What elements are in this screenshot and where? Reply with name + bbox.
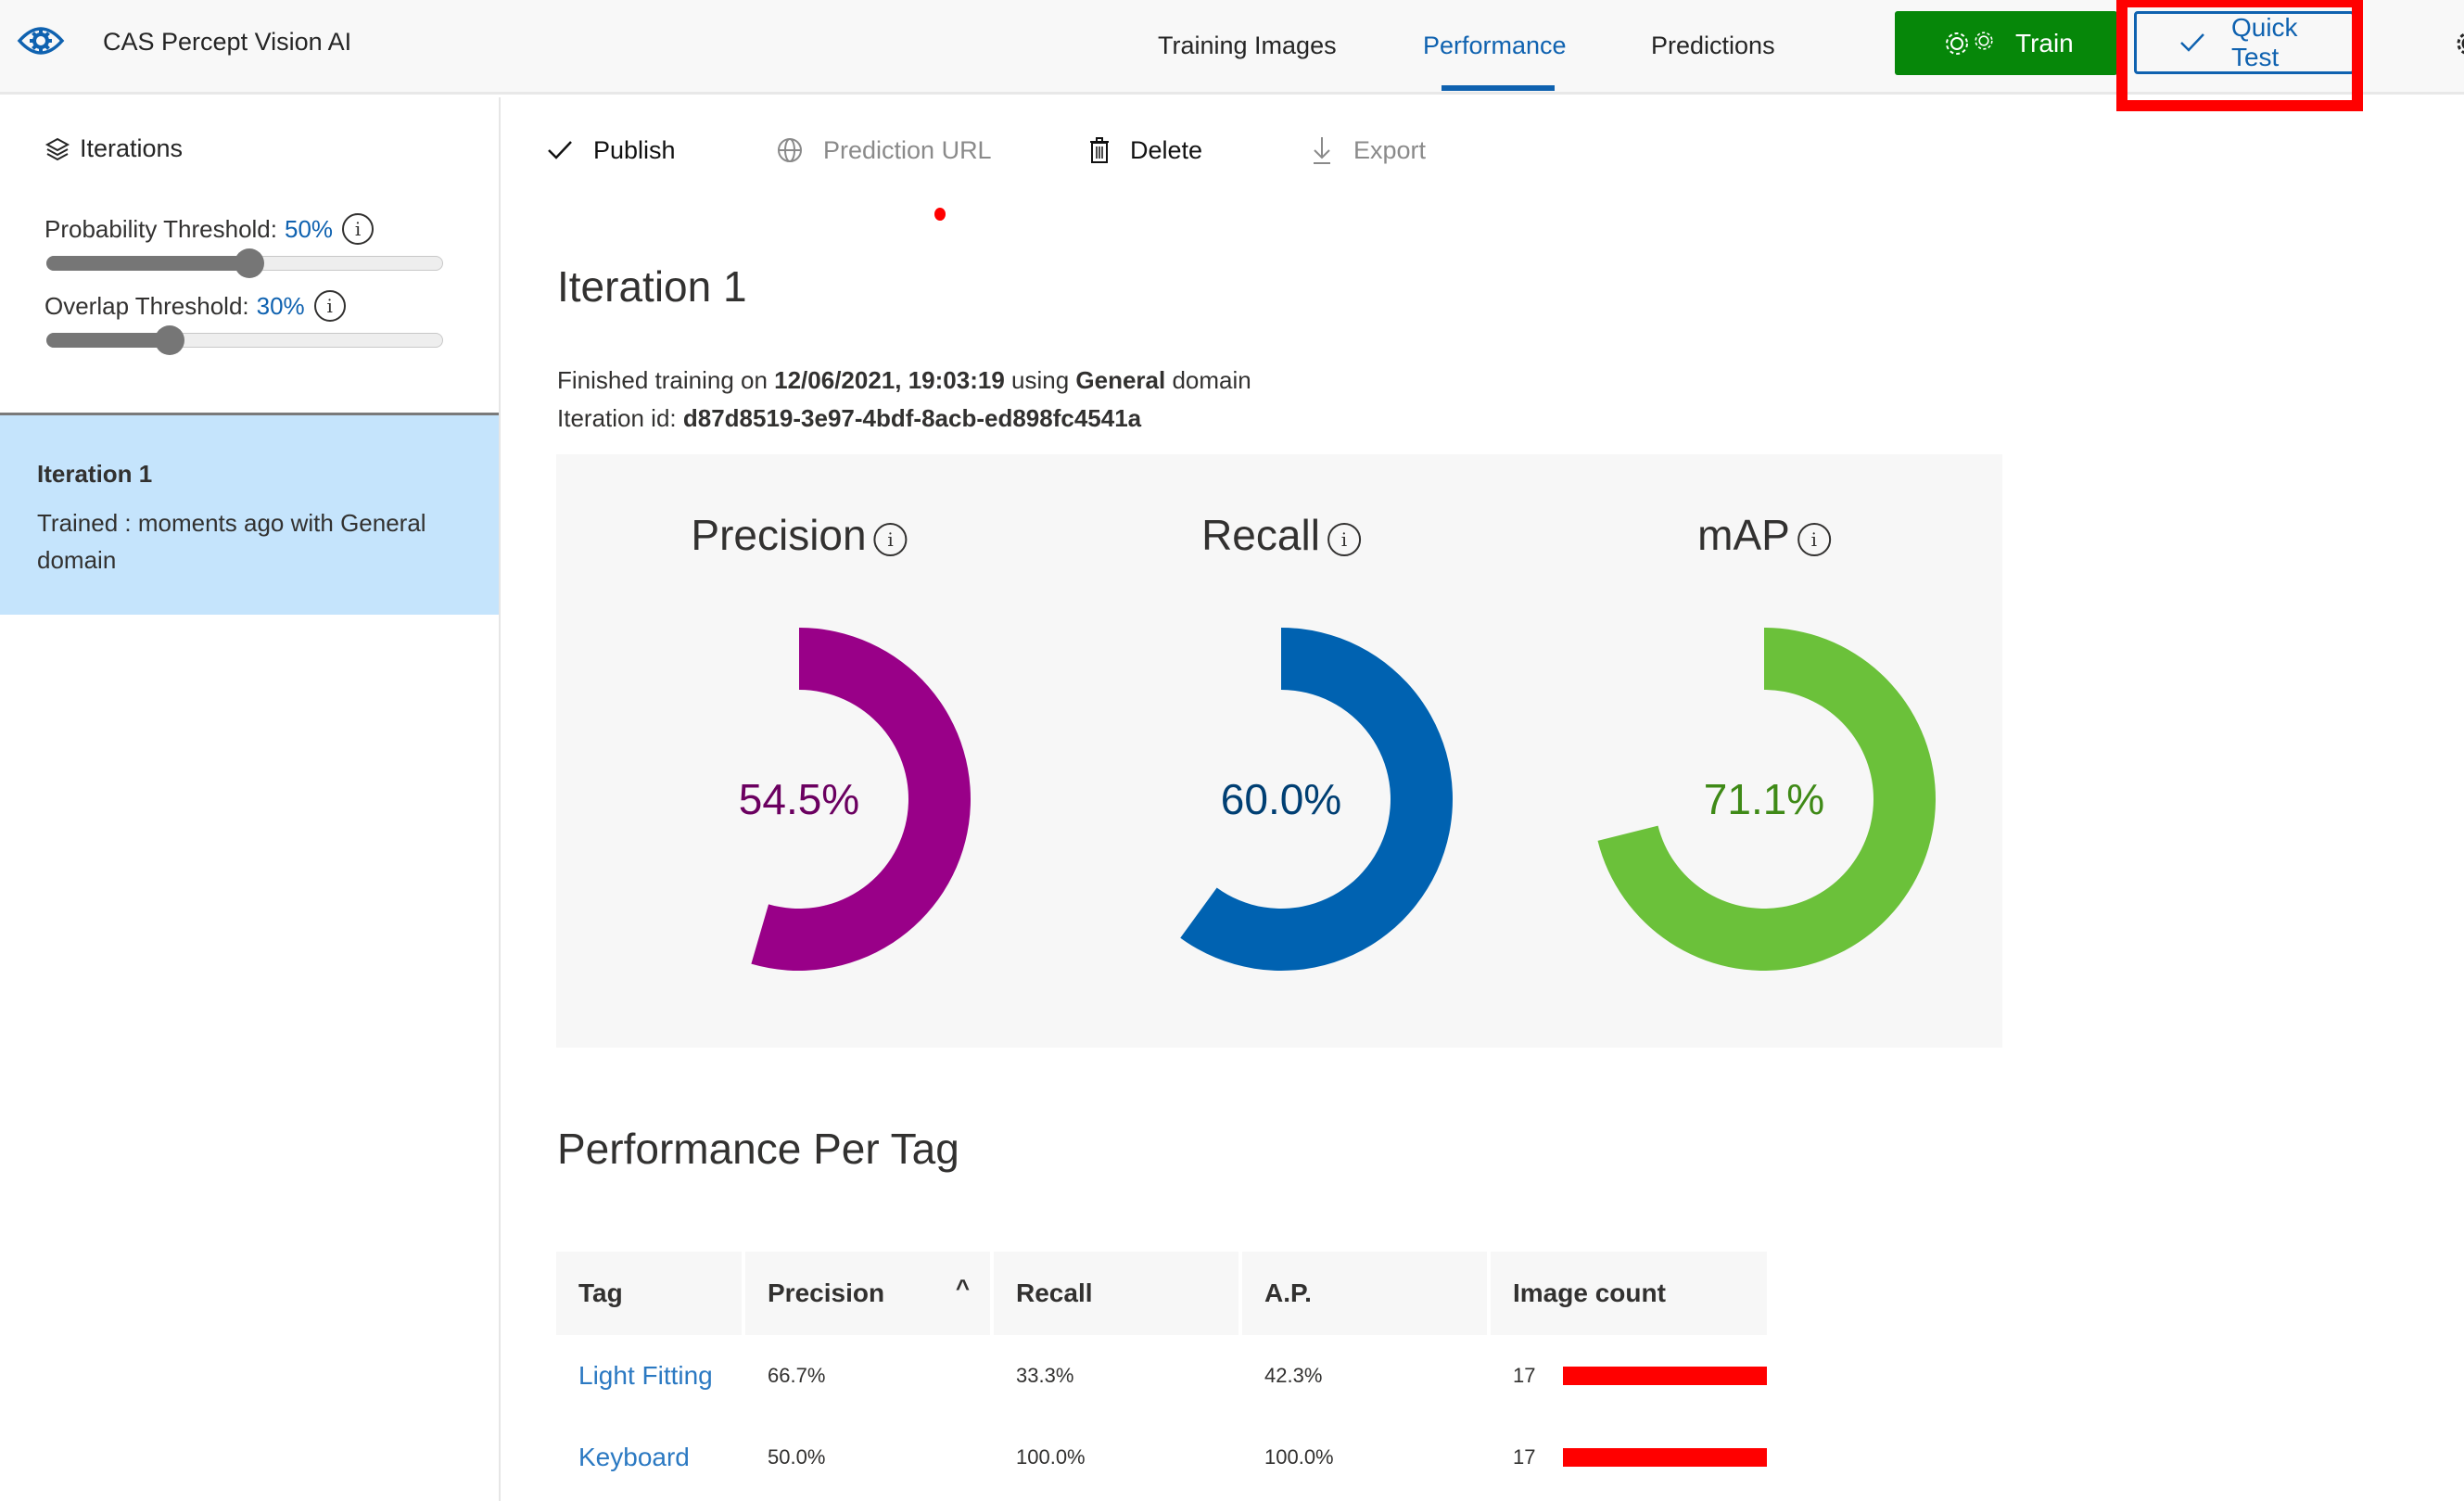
info-icon[interactable]: i (313, 290, 346, 322)
info-icon[interactable]: i (1327, 523, 1361, 556)
globe-icon (778, 138, 802, 162)
slider-thumb[interactable] (235, 248, 264, 278)
slider-fill (46, 333, 173, 348)
image-count-value: 17 (1513, 1445, 1536, 1469)
app-title: CAS Percept Vision AI (103, 28, 352, 56)
training-timestamp: 12/06/2021, 19:03:19 (774, 366, 1005, 394)
overlap-threshold-slider[interactable] (46, 325, 443, 355)
overlap-threshold-text: Overlap Threshold: (44, 291, 249, 320)
info-icon[interactable]: i (1797, 523, 1831, 556)
metric-title-text: Precision (691, 511, 867, 559)
info-middle: using (1004, 366, 1076, 394)
image-count-cell: 17 (1491, 1417, 1768, 1498)
tag-link[interactable]: Keyboard (556, 1417, 742, 1498)
column-header-recall[interactable]: Recall (994, 1252, 1238, 1335)
probability-threshold-slider[interactable] (46, 248, 443, 278)
table-row: Light Fitting 66.7% 33.3% 42.3% 17 (556, 1335, 1768, 1417)
settings-gear-icon[interactable] (2455, 30, 2464, 57)
metric-title-text: mAP (1697, 511, 1790, 559)
image-count-bar (1563, 1367, 1768, 1385)
column-header-label: Precision (768, 1278, 885, 1307)
metric-title-text: Recall (1201, 511, 1320, 559)
column-header-precision[interactable]: Precision ^ (745, 1252, 990, 1335)
overlap-threshold-value: 30% (256, 291, 305, 320)
publish-button[interactable]: Publish (547, 132, 676, 169)
download-icon (1314, 137, 1330, 164)
tab-training-images[interactable]: Training Images (1158, 32, 1337, 60)
sidebar: Iterations Probability Threshold: 50% i … (0, 97, 501, 1501)
recall-cell: 33.3% (1016, 1364, 1074, 1387)
train-button[interactable]: Train (1895, 11, 2117, 75)
iteration-description: Trained : moments ago with General domai… (37, 509, 426, 574)
iterations-heading: Iterations (44, 134, 183, 163)
iterations-heading-label: Iterations (80, 134, 184, 162)
prediction-url-button[interactable]: Prediction URL (777, 132, 992, 169)
check-icon (2180, 33, 2204, 52)
sort-ascending-icon: ^ (955, 1274, 970, 1302)
info-prefix: Finished training on (557, 366, 775, 394)
iteration-list-item[interactable]: Iteration 1 Trained : moments ago with G… (0, 413, 499, 615)
recall-value-label: 60.0% (1221, 775, 1341, 823)
ap-cell: 42.3% (1264, 1364, 1323, 1387)
probability-threshold-text: Probability Threshold: (44, 214, 277, 243)
quick-test-button[interactable]: Quick Test (2134, 11, 2355, 74)
prediction-url-label: Prediction URL (823, 135, 992, 164)
export-button[interactable]: Export (1311, 132, 1426, 169)
export-label: Export (1353, 135, 1427, 164)
probability-threshold-label: Probability Threshold: 50% i (44, 213, 375, 245)
performance-per-tag-table: Tag Precision ^ Recall A.P. Image count L… (552, 1252, 1771, 1498)
image-count-bar (1563, 1448, 1768, 1467)
table-header-row: Tag Precision ^ Recall A.P. Image count (556, 1252, 1768, 1335)
training-domain: General (1075, 366, 1166, 394)
quick-test-label: Quick Test (2230, 13, 2298, 71)
precision-metric-title: Precision i (691, 510, 908, 560)
info-suffix: domain (1165, 366, 1251, 394)
tab-predictions[interactable]: Predictions (1651, 32, 1775, 60)
map-metric-title: mAP i (1697, 510, 1831, 560)
layers-icon (44, 137, 70, 160)
slider-thumb[interactable] (155, 325, 185, 355)
column-header-ap[interactable]: A.P. (1242, 1252, 1487, 1335)
column-header-image-count[interactable]: Image count (1491, 1252, 1768, 1335)
cursor-marker (934, 208, 946, 221)
precision-value-label: 54.5% (739, 775, 859, 823)
map-value-label: 71.1% (1704, 775, 1824, 823)
iteration-name: Iteration 1 (37, 460, 153, 488)
top-header: CAS Percept Vision AI Training Images Pe… (0, 0, 2464, 111)
train-button-label: Train (2015, 28, 2074, 57)
page-title: Iteration 1 (557, 262, 747, 311)
active-tab-indicator (1442, 85, 1555, 91)
info-icon[interactable]: i (873, 523, 908, 556)
publish-label: Publish (593, 135, 676, 164)
iteration-id-line: Iteration id: d87d8519-3e97-4bdf-8acb-ed… (557, 404, 1141, 433)
delete-label: Delete (1130, 135, 1203, 164)
eye-gear-icon[interactable] (17, 20, 65, 61)
tab-performance[interactable]: Performance (1423, 32, 1567, 60)
recall-metric-title: Recall i (1201, 510, 1361, 560)
slider-fill (46, 256, 252, 271)
gears-icon (1943, 30, 1995, 57)
precision-cell: 66.7% (768, 1364, 826, 1387)
image-count-value: 17 (1513, 1364, 1536, 1387)
probability-threshold-value: 50% (285, 214, 334, 243)
iteration-id-value: d87d8519-3e97-4bdf-8acb-ed898fc4541a (682, 404, 1142, 432)
column-header-tag[interactable]: Tag (556, 1252, 742, 1335)
precision-cell: 50.0% (768, 1445, 826, 1469)
metrics-panel: 54.5% 60.0% 71.1% Precision i Recall i mAP i (556, 454, 2002, 1048)
info-icon[interactable]: i (342, 213, 375, 245)
image-count-cell: 17 (1491, 1335, 1768, 1417)
table-row: Keyboard 50.0% 100.0% 100.0% 17 (556, 1417, 1768, 1498)
training-info: Finished training on 12/06/2021, 19:03:1… (557, 366, 1251, 395)
delete-button[interactable]: Delete (1089, 132, 1202, 169)
tag-link[interactable]: Light Fitting (556, 1335, 742, 1417)
ap-cell: 100.0% (1264, 1445, 1334, 1469)
section-title: Performance Per Tag (557, 1125, 959, 1173)
check-icon (548, 141, 572, 159)
recall-cell: 100.0% (1016, 1445, 1086, 1469)
overlap-threshold-label: Overlap Threshold: 30% i (44, 290, 346, 322)
iteration-id-label: Iteration id: (557, 404, 683, 432)
trash-icon (1090, 137, 1109, 163)
